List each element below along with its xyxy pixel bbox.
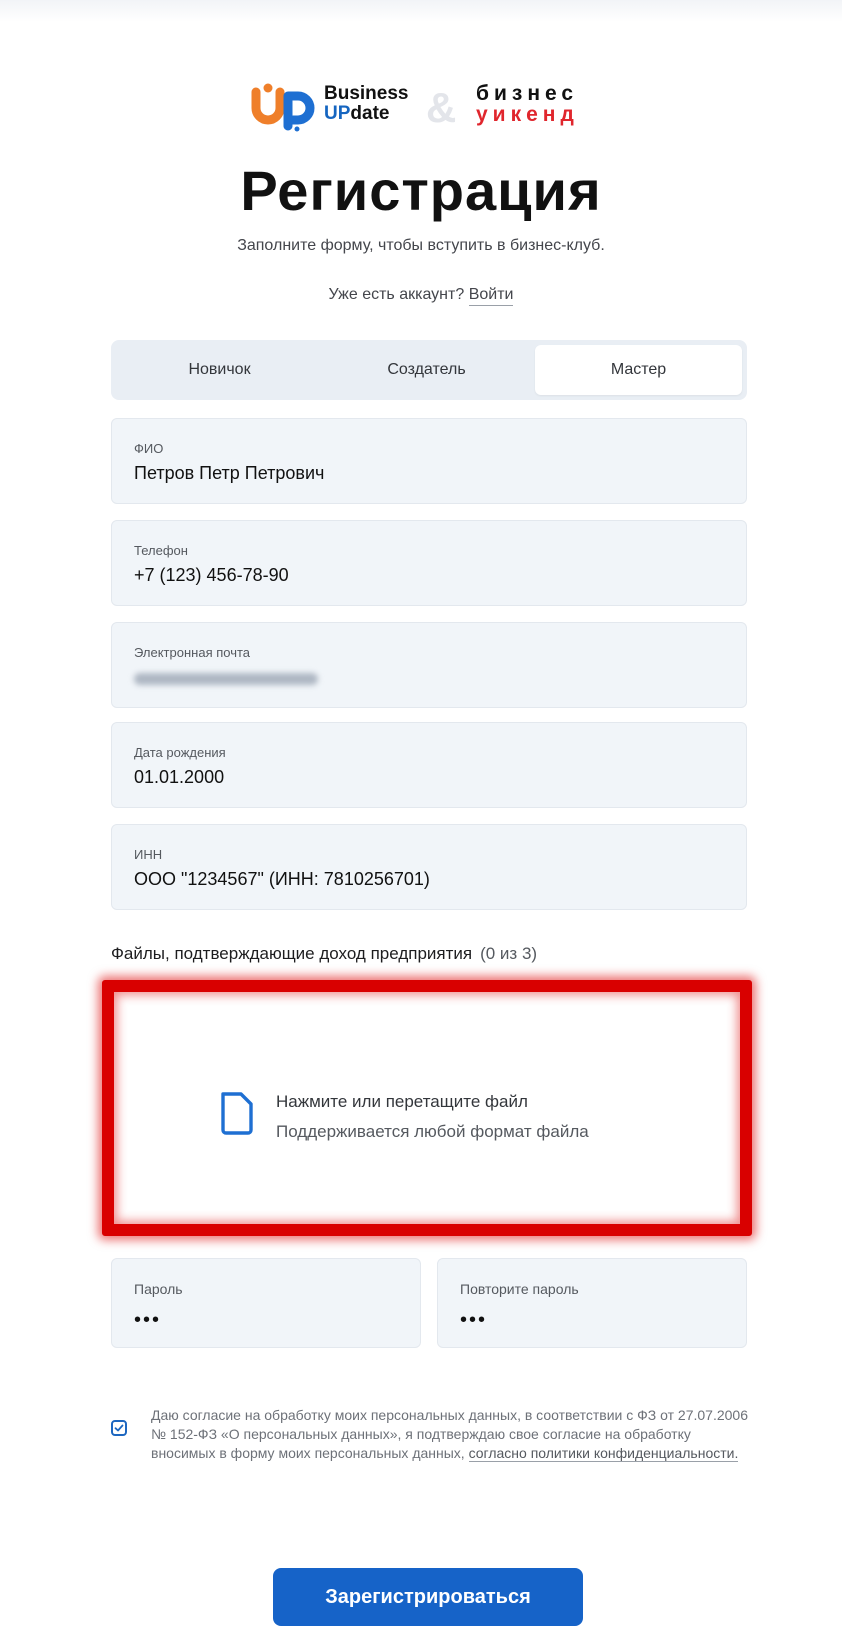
register-button[interactable]: Зарегистрироваться <box>273 1568 583 1626</box>
membership-tabs: Новичок Создатель Мастер <box>111 340 747 400</box>
password-repeat-field[interactable]: Повторите пароль ••• <box>437 1258 747 1348</box>
birthdate-field[interactable]: Дата рождения 01.01.2000 <box>111 722 747 808</box>
password-label: Пароль <box>134 1281 183 1297</box>
up-logo-icon <box>251 83 315 132</box>
checkmark-icon <box>114 1424 124 1432</box>
files-count: (0 из 3) <box>480 944 538 963</box>
business-weekend-wordmark: бизнес уикенд <box>476 82 579 126</box>
phone-label: Телефон <box>134 543 188 558</box>
password-value: ••• <box>134 1309 162 1331</box>
tab-novice[interactable]: Новичок <box>116 345 323 395</box>
file-drop-zone[interactable]: Нажмите или перетащите файл Поддерживает… <box>102 980 752 1236</box>
fio-label: ФИО <box>134 441 164 456</box>
files-label: Файлы, подтверждающие доход предприятия(… <box>111 944 538 963</box>
inn-field[interactable]: ИНН ООО "1234567" (ИНН: 7810256701) <box>111 824 747 910</box>
birthdate-label: Дата рождения <box>134 745 226 760</box>
drop-zone-hint: Поддерживается любой формат файла <box>276 1122 589 1141</box>
password-repeat-value: ••• <box>460 1309 488 1331</box>
login-link[interactable]: Войти <box>468 286 514 306</box>
email-value-redacted <box>134 673 318 685</box>
email-label: Электронная почта <box>134 645 251 660</box>
password-repeat-label: Повторите пароль <box>460 1281 579 1297</box>
file-icon <box>221 1092 253 1135</box>
password-field[interactable]: Пароль ••• <box>111 1258 421 1348</box>
page-title: Регистрация <box>240 159 602 222</box>
consent-text: Даю согласие на обработку моих персональ… <box>151 1407 748 1462</box>
inn-value: ООО "1234567" (ИНН: 7810256701) <box>134 869 430 889</box>
top-bar <box>0 0 842 22</box>
login-prompt: Уже есть аккаунт? Войти <box>0 286 842 306</box>
page-subtitle: Заполните форму, чтобы вступить в бизнес… <box>237 237 605 254</box>
privacy-policy-link[interactable]: согласно политики конфиденциальности. <box>468 1445 739 1462</box>
logo-ampersand: & <box>426 84 457 131</box>
birthdate-value: 01.01.2000 <box>134 767 225 787</box>
tab-master[interactable]: Мастер <box>535 345 742 395</box>
business-update-wordmark: Business UPdate <box>324 83 409 124</box>
phone-field[interactable]: Телефон +7 (123) 456-78-90 <box>111 520 747 606</box>
tab-creator[interactable]: Создатель <box>323 345 530 395</box>
phone-value: +7 (123) 456-78-90 <box>134 565 289 585</box>
drop-zone-title: Нажмите или перетащите файл <box>276 1092 528 1111</box>
fio-field[interactable]: ФИО Петров Петр Петрович <box>111 418 747 504</box>
logo: Business UPdate & бизнес уикенд <box>250 80 620 136</box>
email-field[interactable]: Электронная почта <box>111 622 747 708</box>
inn-label: ИНН <box>134 847 163 862</box>
consent-checkbox[interactable] <box>111 1420 127 1436</box>
fio-value: Петров Петр Петрович <box>134 463 325 483</box>
